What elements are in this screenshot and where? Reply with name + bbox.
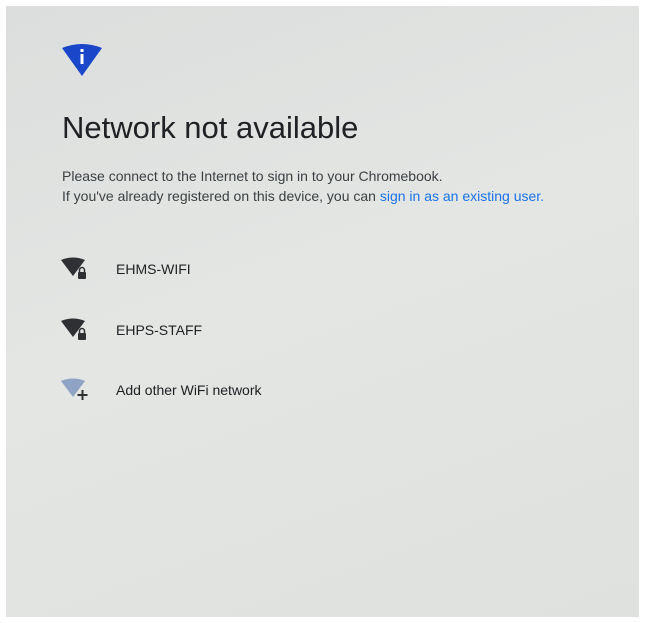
add-network-label: Add other WiFi network [116,382,262,398]
page-description: Please connect to the Internet to sign i… [62,166,544,206]
oobe-screen: Network not available Please connect to … [6,6,639,617]
wifi-locked-icon [61,318,86,340]
add-wifi-network-button[interactable]: Add other WiFi network [60,377,262,403]
network-ssid: EHPS-STAFF [116,322,203,338]
network-item-ehps-staff[interactable]: EHPS-STAFF [60,317,202,343]
wifi-info-icon [62,44,102,76]
network-item-ehms-wifi[interactable]: EHMS-WIFI [60,256,191,282]
sign-in-existing-user-link[interactable]: sign in as an existing user. [380,188,544,204]
network-ssid: EHMS-WIFI [116,261,191,277]
description-line-1: Please connect to the Internet to sign i… [62,168,443,184]
wifi-add-icon [61,378,88,400]
description-line-2: If you've already registered on this dev… [62,188,380,204]
page-title: Network not available [62,110,359,145]
wifi-locked-icon [61,257,86,279]
